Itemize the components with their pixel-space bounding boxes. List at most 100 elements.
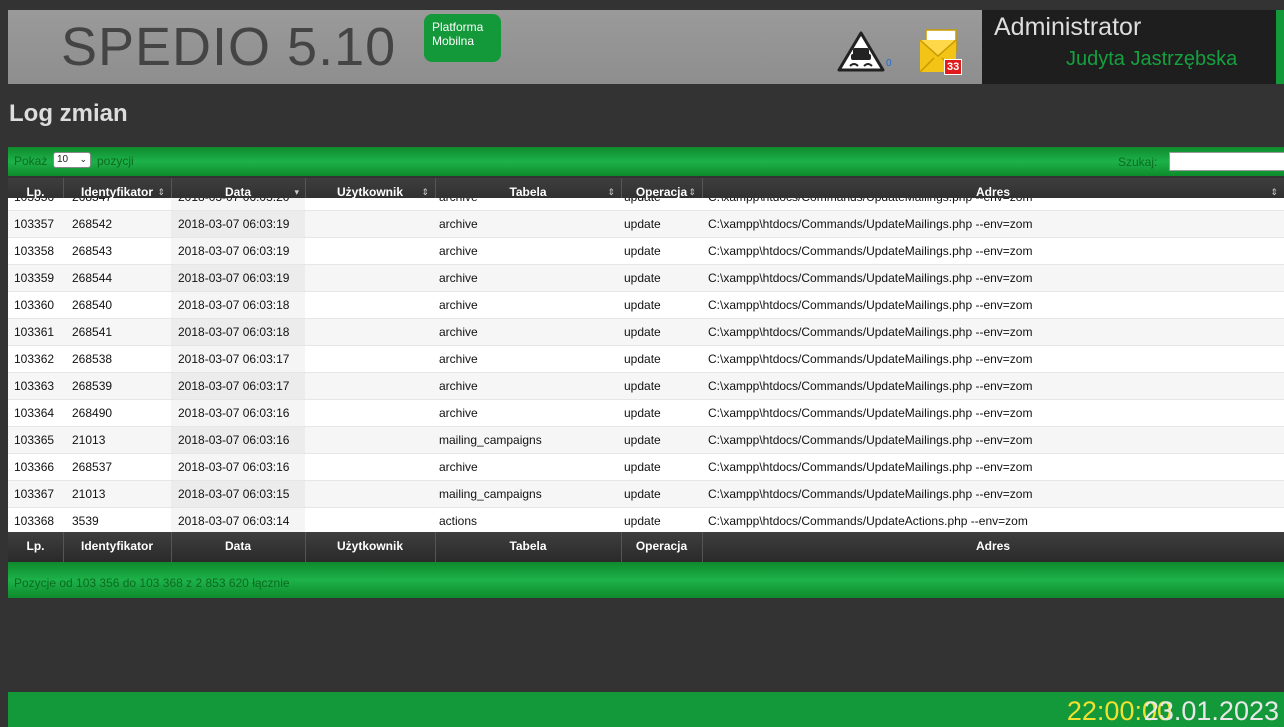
column-footer-data: Data [224, 539, 251, 553]
table-row[interactable]: 103368 3539 2018-03-07 06:03:14 actions upda… [8, 508, 1284, 534]
chevron-down-icon: ⌄ [79, 154, 87, 164]
cell-identyfikator: 268490 [72, 406, 113, 420]
cell-lp: 103361 [14, 325, 55, 339]
cell-tabela: archive [439, 217, 478, 231]
cell-lp: 103357 [14, 217, 55, 231]
column-footer-tabela: Tabela [509, 539, 547, 553]
cell-data: 2018-03-07 06:03:19 [171, 211, 305, 237]
cell-identyfikator: 268547 [72, 198, 112, 210]
cell-data: 2018-03-07 06:03:19 [171, 265, 305, 291]
cell-tabela: archive [439, 406, 478, 420]
cell-operacja: update [624, 298, 661, 312]
table-row[interactable]: 103361 268541 2018-03-07 06:03:18 archive up… [8, 319, 1284, 346]
column-footer-identyfikator: Identyfikator [80, 539, 153, 553]
column-header-label: Adres [975, 185, 1010, 199]
cell-identyfikator: 3539 [72, 514, 99, 528]
cell-operacja: update [624, 217, 661, 231]
column-header-label: Operacja [635, 185, 688, 199]
table-row[interactable]: 103365 21013 2018-03-07 06:03:16 mailing_ca… [8, 427, 1284, 454]
cell-data: 2018-03-07 06:03:15 [171, 481, 305, 507]
cell-tabela: archive [439, 298, 478, 312]
cell-identyfikator: 268542 [72, 217, 113, 231]
cell-adres: C:\xampp\htdocs/Commands/UpdateMailings.… [708, 217, 1033, 231]
table-row[interactable]: 103360 268540 2018-03-07 06:03:18 archive up… [8, 292, 1284, 319]
cell-data: 2018-03-07 06:03:18 [171, 319, 305, 345]
cell-adres: C:\xampp\htdocs/Commands/UpdateMailings.… [708, 460, 1033, 474]
table-row[interactable]: 103357 268542 2018-03-07 06:03:19 archive up… [8, 211, 1284, 238]
table-footer-header: Lp. Identyfikator Data Użytkownik Tabela… [8, 532, 1284, 562]
cell-data: 2018-03-07 06:03:16 [171, 427, 305, 453]
cell-identyfikator: 21013 [72, 487, 106, 501]
table-info-bar: Pozycje od 103 356 do 103 368 z 2 853 62… [8, 562, 1284, 598]
column-header-label: Tabela [509, 185, 547, 199]
table-controls-bar: Pokaż 10 ⌄ pozycji Szukaj: [8, 147, 1284, 176]
column-footer-uzytkownik: Użytkownik [336, 539, 403, 553]
cell-data: 2018-03-07 06:03:16 [171, 454, 305, 480]
page-size-label: Pokaż [14, 154, 48, 168]
user-panel-edge [1276, 10, 1284, 84]
column-header-label: Lp. [26, 185, 45, 199]
cell-tabela: archive [439, 379, 478, 393]
table-row[interactable]: 103364 268490 2018-03-07 06:03:16 archive up… [8, 400, 1284, 427]
search-input[interactable] [1169, 152, 1284, 171]
cell-lp: 103364 [14, 406, 55, 420]
cell-operacja: update [624, 433, 661, 447]
cell-tabela: archive [439, 198, 478, 210]
column-header-label: Identyfikator [80, 185, 153, 199]
cell-adres: C:\xampp\htdocs/Commands/UpdateMailings.… [708, 244, 1033, 258]
cell-tabela: mailing_campaigns [439, 433, 542, 447]
cell-operacja: update [624, 514, 661, 528]
column-header-label: Data [224, 185, 251, 199]
cell-identyfikator: 268543 [72, 244, 113, 258]
cell-identyfikator: 268539 [72, 379, 113, 393]
cell-data: 2018-03-07 06:03:20 [171, 198, 305, 210]
cell-operacja: update [624, 352, 661, 366]
cell-operacja: update [624, 487, 661, 501]
user-name: Judyta Jastrzębska [1066, 48, 1238, 70]
cell-identyfikator: 268538 [72, 352, 113, 366]
status-footer: 22:00:00 23.01.2023 [8, 692, 1284, 727]
cell-tabela: actions [439, 514, 478, 528]
cell-data: 2018-03-07 06:03:17 [171, 373, 305, 399]
cell-lp: 103356 [14, 198, 54, 210]
table-row[interactable]: 103362 268538 2018-03-07 06:03:17 archive up… [8, 346, 1284, 373]
cell-lp: 103365 [14, 433, 55, 447]
cell-lp: 103358 [14, 244, 55, 258]
cell-operacja: update [624, 325, 661, 339]
cell-data: 2018-03-07 06:03:18 [171, 292, 305, 318]
cell-adres: C:\xampp\htdocs/Commands/UpdateMailings.… [708, 271, 1033, 285]
cell-data: 2018-03-07 06:03:14 [171, 508, 305, 534]
page-size-suffix: pozycji [97, 154, 134, 168]
cell-lp: 103363 [14, 379, 55, 393]
cell-tabela: archive [439, 271, 478, 285]
table-row[interactable]: 103356 268547 2018-03-07 06:03:20 archive up… [8, 198, 1284, 211]
cell-operacja: update [624, 198, 661, 210]
mobile-platform-button[interactable]: Platforma Mobilna [424, 14, 501, 62]
cell-lp: 103359 [14, 271, 55, 285]
cell-lp: 103367 [14, 487, 55, 501]
user-panel[interactable]: Administrator Judyta Jastrzębska [982, 10, 1276, 84]
table-row[interactable]: 103359 268544 2018-03-07 06:03:19 archive up… [8, 265, 1284, 292]
app-title: SPEDIO 5.10 [61, 17, 397, 77]
cell-adres: C:\xampp\htdocs/Commands/UpdateMailings.… [708, 352, 1033, 366]
cell-data: 2018-03-07 06:03:17 [171, 346, 305, 372]
table-row[interactable]: 103358 268543 2018-03-07 06:03:19 archive up… [8, 238, 1284, 265]
column-header-label: Użytkownik [336, 185, 403, 199]
cell-adres: C:\xampp\htdocs/Commands/UpdateMailings.… [708, 487, 1033, 501]
pagination-info: Pozycje od 103 356 do 103 368 z 2 853 62… [14, 576, 290, 590]
road-warning-icon[interactable] [836, 30, 886, 74]
cell-adres: C:\xampp\htdocs/Commands/UpdateMailings.… [708, 379, 1033, 393]
page-size-select[interactable]: 10 ⌄ [53, 152, 91, 168]
cell-tabela: archive [439, 460, 478, 474]
cell-lp: 103362 [14, 352, 55, 366]
cell-identyfikator: 268537 [72, 460, 113, 474]
cell-lp: 103368 [14, 514, 55, 528]
table-row[interactable]: 103363 268539 2018-03-07 06:03:17 archive up… [8, 373, 1284, 400]
cell-adres: C:\xampp\htdocs/Commands/UpdateMailings.… [708, 433, 1033, 447]
cell-identyfikator: 268540 [72, 298, 113, 312]
table-row[interactable]: 103367 21013 2018-03-07 06:03:15 mailing_ca… [8, 481, 1284, 508]
column-footer-lp: Lp. [26, 539, 45, 553]
cell-lp: 103360 [14, 298, 55, 312]
table-body-scroll-area[interactable]: 103356 268547 2018-03-07 06:03:20 archive up… [8, 198, 1284, 534]
table-row[interactable]: 103366 268537 2018-03-07 06:03:16 archive up… [8, 454, 1284, 481]
